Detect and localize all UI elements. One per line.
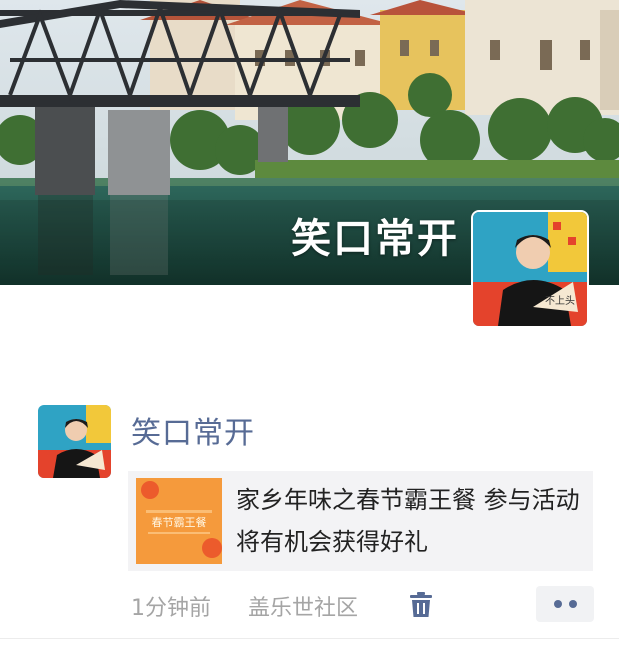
cover-username[interactable]: 笑口常开 bbox=[291, 206, 459, 264]
post-location[interactable]: 盖乐世社区 bbox=[248, 590, 358, 622]
more-dots-icon bbox=[553, 600, 562, 608]
post-avatar[interactable] bbox=[38, 405, 111, 478]
post-divider bbox=[0, 638, 619, 639]
cover-avatar[interactable]: 不上头 bbox=[471, 210, 589, 328]
shared-link-card[interactable]: 春节霸王餐 家乡年味之春节霸王餐 参与活动将有机会获得好礼 bbox=[128, 471, 593, 571]
share-thumbnail: 春节霸王餐 bbox=[136, 478, 222, 564]
share-title: 家乡年味之春节霸王餐 参与活动将有机会获得好礼 bbox=[236, 486, 580, 556]
more-dots-icon bbox=[568, 600, 577, 608]
svg-text:不上头: 不上头 bbox=[545, 295, 575, 307]
avatar-photo bbox=[38, 405, 111, 478]
more-button[interactable] bbox=[536, 586, 594, 622]
trash-icon[interactable] bbox=[410, 592, 432, 618]
avatar-photo: 不上头 bbox=[473, 212, 587, 326]
post-time: 1分钟前 bbox=[131, 596, 211, 621]
post-author-name[interactable]: 笑口常开 bbox=[131, 408, 255, 452]
share-thumb-text: 春节霸王餐 bbox=[152, 515, 207, 529]
